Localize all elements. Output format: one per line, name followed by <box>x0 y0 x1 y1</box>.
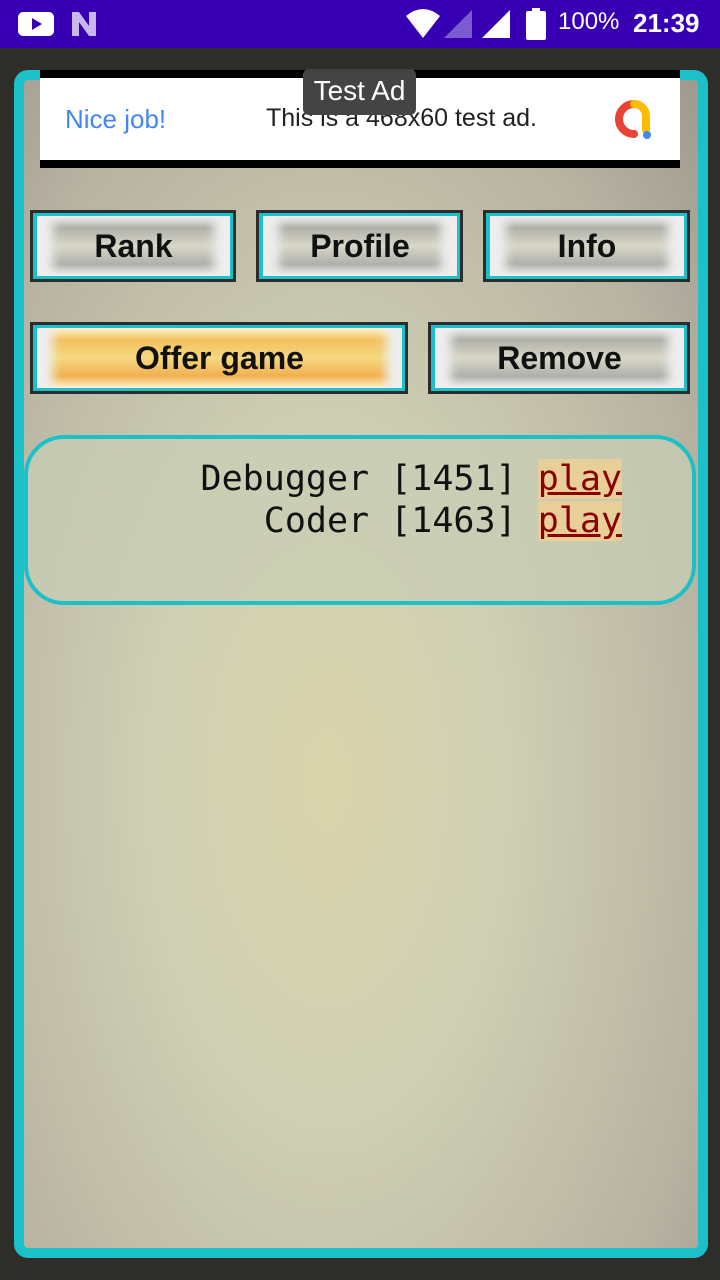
admob-logo <box>615 100 651 139</box>
test-ad-badge: Test Ad <box>303 69 416 115</box>
offer-game-label[interactable]: Offer game <box>33 325 405 391</box>
battery-icon <box>526 8 546 40</box>
remove-label[interactable]: Remove <box>431 325 687 391</box>
play-link[interactable]: play <box>537 459 622 499</box>
battery-percent: 100% <box>558 8 620 35</box>
profile-label[interactable]: Profile <box>259 213 460 279</box>
player-name: Debugger <box>200 459 370 499</box>
ad-headline[interactable]: Nice job! <box>65 104 166 135</box>
youtube-icon <box>18 12 54 36</box>
list-item: Debugger [1451] play <box>201 459 622 499</box>
clock: 21:39 <box>633 8 700 38</box>
remove-button[interactable]: Remove <box>428 322 690 394</box>
rank-label[interactable]: Rank <box>33 213 233 279</box>
list-item: Coder [1463] play <box>264 501 622 541</box>
play-link[interactable]: play <box>537 501 622 541</box>
n-icon <box>72 12 96 36</box>
status-bar: 100% 21:39 <box>0 0 720 48</box>
signal-icon <box>444 10 472 38</box>
player-list: Debugger [1451] play Coder [1463] play <box>24 435 696 605</box>
signal-icon <box>482 10 510 38</box>
info-label[interactable]: Info <box>486 213 687 279</box>
player-rating: [1451] <box>390 459 517 499</box>
player-rating: [1463] <box>390 501 517 541</box>
profile-button[interactable]: Profile <box>256 210 463 282</box>
wifi-icon <box>406 9 440 38</box>
info-button[interactable]: Info <box>483 210 690 282</box>
rank-button[interactable]: Rank <box>30 210 236 282</box>
offer-game-button[interactable]: Offer game <box>30 322 408 394</box>
player-name: Coder <box>263 501 370 541</box>
